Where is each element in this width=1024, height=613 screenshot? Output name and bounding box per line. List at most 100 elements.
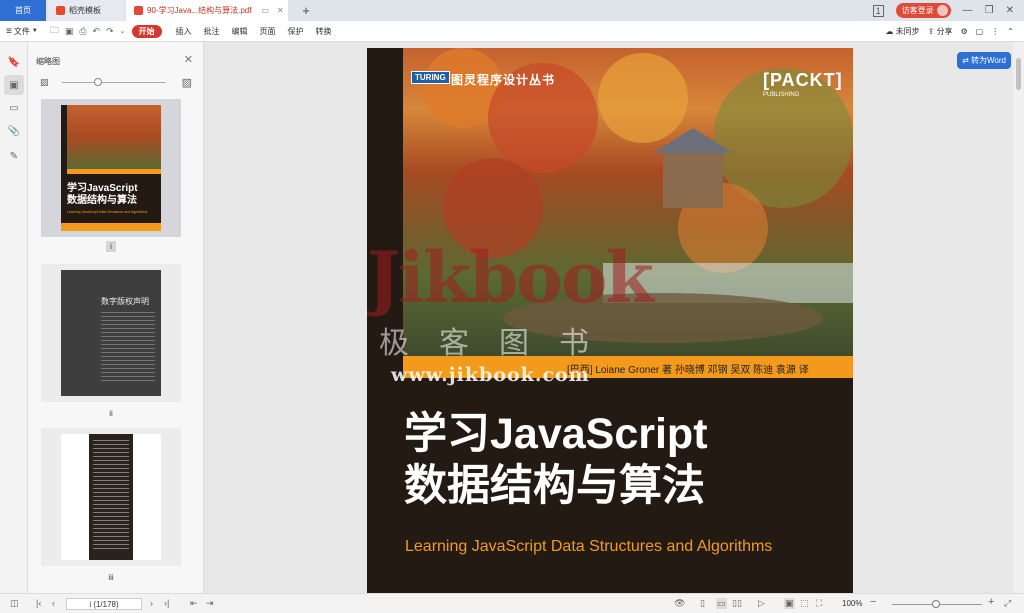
new-tab-button[interactable]: + [298,3,314,19]
file-menu-label: 文件 [13,26,30,36]
single-page-icon[interactable]: ▯ [700,598,705,609]
last-page-icon[interactable]: ›| [164,598,169,608]
publisher-logo: [PACKT] [763,70,843,90]
thumbnail-copyright-heading: 数字版权声明 [101,297,149,306]
thumbnail-page-1[interactable]: 学习JavaScript 数据结构与算法 Learning JavaScript… [41,99,181,237]
tab-edit[interactable]: 编辑 [232,26,248,37]
toggle-sidebar-icon[interactable]: ◫ [10,598,19,609]
tab-insert[interactable]: 插入 [176,26,192,37]
tab-protect[interactable]: 保护 [288,26,304,37]
word-icon: ⇄ [962,56,969,65]
redo-icon[interactable]: ↷ [106,26,114,37]
fit-width-icon[interactable]: ▣ [784,598,795,609]
tab-home[interactable]: 首页 [0,0,46,21]
large-image-icon: ▨ [181,77,192,89]
thumbnail-page-1-label: i [41,241,181,252]
file-menu[interactable]: ≡ 文件 ▼ [6,26,38,37]
bookmark-icon[interactable]: 🔖 [4,52,24,72]
page-layout-icon[interactable]: 1 [872,4,884,17]
open-folder-icon[interactable]: 🗀 [50,23,59,39]
vertical-scrollbar[interactable] [1013,42,1024,593]
tab-restore-icon[interactable]: ▭ [261,6,269,15]
thumbnail-panel-title: 缩略图 [36,57,60,66]
zoom-out-icon[interactable]: − [870,596,876,608]
sync-button[interactable]: ☁ 未同步 [885,26,919,37]
thumbnail-page-3-sheet [61,434,161,560]
tab-page[interactable]: 页面 [260,26,276,37]
side-rail: 🔖 ▣ ▭ 📎 ✎ [0,42,28,593]
watermark-jikbook: Jikbook [367,236,654,319]
two-page-icon[interactable]: ▯▯ [732,598,742,609]
undo-icon[interactable]: ↶ [93,26,101,37]
book-cn-title-line1: 学习JavaScript [404,410,708,458]
zoom-slider-handle[interactable] [932,600,940,608]
daoke-icon [56,6,65,15]
forward-icon[interactable]: ⇥ [206,598,214,609]
comment-panel-icon[interactable]: ▭ [4,98,24,118]
tab-template-label: 稻壳模板 [69,6,101,15]
tab-home-label: 首页 [15,6,31,15]
thumbnail-en-title: Learning JavaScript Data Structures and … [67,210,148,214]
small-image-icon: ▨ [40,77,49,87]
thumbnail-icon[interactable]: ▣ [4,75,24,95]
maximize-icon[interactable]: ❐ [985,5,994,16]
first-page-icon[interactable]: |‹ [36,598,41,608]
actual-size-icon[interactable]: ⛶ [816,598,822,609]
thumbnail-page-3[interactable] [41,428,181,566]
scrollbar-thumb[interactable] [1016,58,1021,90]
fit-page-icon[interactable]: ⬚ [800,598,809,609]
eye-mode-icon[interactable]: 👁 [674,598,685,609]
play-icon[interactable]: ▷ [758,598,765,609]
turing-logo: TURING [411,71,450,84]
share-button[interactable]: ⇪ 分享 [928,26,953,37]
avatar [936,5,948,16]
print-icon[interactable]: ⎙ [79,26,86,37]
tab-template[interactable]: 稻壳模板 [48,0,124,21]
settings-icon[interactable]: ⚙ [961,27,968,36]
continuous-page-icon[interactable]: ▭ [716,598,727,609]
close-window-icon[interactable]: ✕ [1006,5,1014,16]
book-authors: [巴西] Loiane Groner 著 孙晓博 邓钢 吴双 陈迪 袁源 译 [567,365,809,376]
signature-icon[interactable]: ✎ [4,146,24,166]
hamburger-icon: ≡ [6,25,12,37]
watermark-url: www.jikbook.com [391,364,590,386]
tab-close-icon[interactable]: ✕ [277,6,284,15]
window-controls: 1 访客登录 — ❐ ✕ [872,0,1024,21]
slider-track [62,82,166,83]
tab-start[interactable]: 开始 [131,24,162,38]
thumbnail-page-2[interactable]: 数字版权声明 [41,264,181,402]
slider-handle[interactable] [94,78,102,86]
more-options-icon[interactable]: ⋮ [991,27,999,36]
pdf-icon [134,6,143,15]
share-label: 分享 [936,27,953,36]
next-page-icon[interactable]: › [150,598,153,608]
tab-pdf-label: 90-学习Java...结构与算法.pdf [147,6,252,15]
save-icon[interactable]: ▣ [65,26,74,37]
zoom-in-icon[interactable]: + [988,596,994,608]
page-number-input[interactable]: i (1/178) [66,598,142,610]
thumbnail-size-slider[interactable]: ▨ ▨ [40,77,192,89]
more-chevron-icon[interactable]: ⌄ [120,27,126,35]
thumbnail-text-lines [101,312,155,382]
tab-convert[interactable]: 转换 [316,26,332,37]
status-bar: ◫ |‹ ‹ i (1/178) › ›| ⇤ ⇥ 👁 ▯ ▭ ▯▯ ▷ ▣ ⬚… [0,593,1024,613]
back-icon[interactable]: ⇤ [190,598,198,609]
minimize-icon[interactable]: — [963,5,973,16]
thumbnail-bottom-band [61,223,161,231]
comment-icon[interactable]: ▢ [976,27,984,36]
prev-page-icon[interactable]: ‹ [52,598,55,608]
chevron-down-icon: ▼ [31,28,38,34]
collapse-ribbon-icon[interactable]: ⌃ [1007,27,1014,36]
tab-pdf-document[interactable]: 90-学习Java...结构与算法.pdf ▭ ✕ [126,0,288,21]
thumbnail-cover: 学习JavaScript 数据结构与算法 Learning JavaScript… [61,105,161,231]
page-1-number: i [106,241,116,252]
convert-to-word-button[interactable]: ⇄ 转为Word [957,52,1011,69]
attachment-icon[interactable]: 📎 [4,121,24,141]
tab-annotate[interactable]: 批注 [204,26,220,37]
thumbnail-page-3-label: iii [108,573,114,582]
thumbnail-page-3-column [89,434,133,560]
fullscreen-icon[interactable]: ⤢ [1004,598,1011,609]
visitor-login-button[interactable]: 访客登录 [895,3,951,18]
close-icon[interactable]: ✕ [184,53,193,66]
zoom-level[interactable]: 100% [842,599,862,608]
